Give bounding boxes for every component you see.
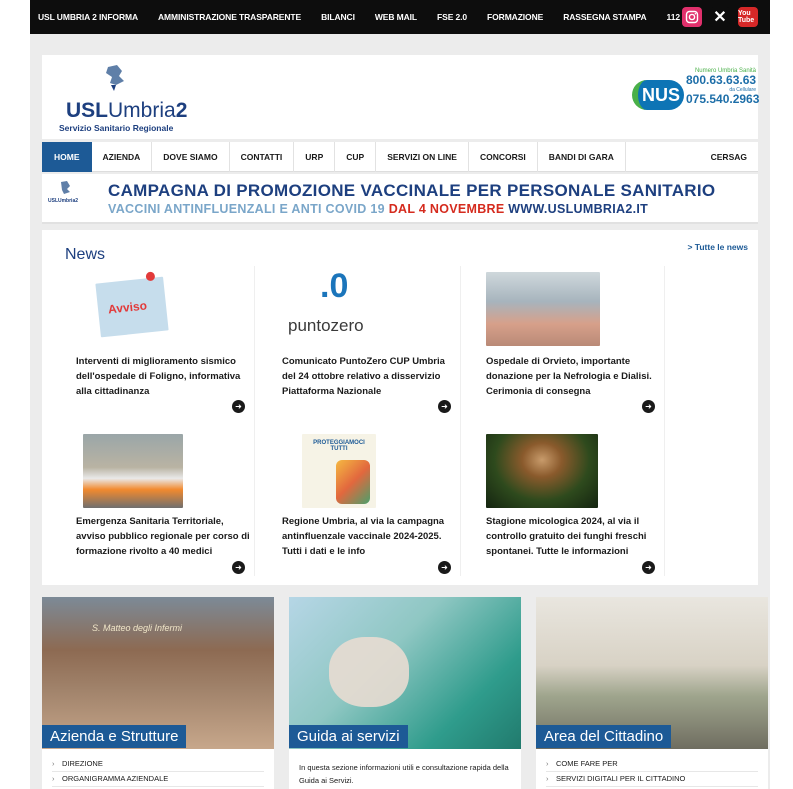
news-text[interactable]: Comunicato PuntoZero CUP Umbria del 24 o… bbox=[282, 354, 460, 399]
news-thumb-ambulance bbox=[83, 434, 183, 508]
news-thumb-puntozero: .0 puntozero bbox=[286, 267, 386, 342]
top-bar: USL UMBRIA 2 INFORMA AMMINISTRAZIONE TRA… bbox=[30, 0, 770, 34]
site-header: USLUmbria2 Servizio Sanitario Regionale … bbox=[42, 55, 759, 139]
arrow-right-icon[interactable]: ➜ bbox=[438, 400, 451, 413]
main-nav: HOME AZIENDA DOVE SIAMO CONTATTI URP CUP… bbox=[42, 141, 758, 172]
topbar-link-112[interactable]: 112 bbox=[667, 12, 681, 22]
news-thumb-vaccine-poster: PROTEGGIAMOCI TUTTI bbox=[302, 434, 376, 508]
tile-caption[interactable]: Azienda e Strutture bbox=[42, 725, 187, 748]
topbar-link-rassegna[interactable]: RASSEGNA STAMPA bbox=[563, 12, 646, 22]
poster-art bbox=[336, 460, 370, 504]
pin-icon bbox=[145, 271, 156, 282]
tile-link-list: DIREZIONE ORGANIGRAMMA AZIENDALE bbox=[52, 757, 264, 787]
news-section: News > Tutte le news Avviso Interventi d… bbox=[42, 230, 758, 585]
news-thumb-avviso: Avviso bbox=[95, 271, 169, 338]
nus-phone-1[interactable]: 800.63.63.63 bbox=[686, 74, 756, 87]
banner-headline: CAMPAGNA DI PROMOZIONE VACCINALE PER PER… bbox=[108, 181, 716, 200]
topbar-link-webmail[interactable]: WEB MAIL bbox=[375, 12, 417, 22]
news-thumb-dialysis bbox=[486, 272, 600, 346]
tile-caption[interactable]: Area del Cittadino bbox=[536, 725, 672, 748]
puntozero-mark: .0 bbox=[320, 267, 349, 305]
brand-thin: Umbria bbox=[108, 99, 176, 122]
x-icon[interactable]: ✕ bbox=[710, 7, 730, 27]
arrow-right-icon[interactable]: ➜ bbox=[642, 400, 655, 413]
nus-phone-2[interactable]: 075.540.2963 bbox=[686, 93, 759, 106]
tile-link[interactable]: SERVIZI DIGITALI PER IL CITTADINO bbox=[546, 772, 758, 787]
tile-link[interactable]: COME FARE PER bbox=[546, 757, 758, 772]
topbar-link-trasparente[interactable]: AMMINISTRAZIONE TRASPARENTE bbox=[158, 12, 301, 22]
nav-concorsi[interactable]: CONCORSI bbox=[469, 141, 538, 172]
news-text[interactable]: Emergenza Sanitaria Territoriale, avviso… bbox=[76, 514, 254, 559]
brand-logo[interactable]: USLUmbria2 bbox=[66, 99, 187, 123]
nav-azienda[interactable]: AZIENDA bbox=[92, 141, 153, 172]
news-text[interactable]: Stagione micologica 2024, al via il cont… bbox=[486, 514, 664, 559]
nav-cup[interactable]: CUP bbox=[335, 141, 377, 172]
tile-azienda[interactable]: S. Matteo degli Infermi Azienda e Strutt… bbox=[42, 597, 274, 789]
news-text[interactable]: Regione Umbria, al via la campagna antin… bbox=[282, 514, 460, 559]
tile-cittadino[interactable]: Area del Cittadino COME FARE PER SERVIZI… bbox=[536, 597, 768, 789]
banner-mini-logo: USLUmbria2 bbox=[48, 198, 79, 204]
page: USL UMBRIA 2 INFORMA AMMINISTRAZIONE TRA… bbox=[30, 0, 770, 789]
tile-guida[interactable]: Guida ai servizi In questa sezione infor… bbox=[289, 597, 521, 789]
topbar-link-informa[interactable]: USL UMBRIA 2 INFORMA bbox=[38, 12, 138, 22]
vaccine-campaign-banner[interactable]: USLUmbria2 CAMPAGNA DI PROMOZIONE VACCIN… bbox=[42, 174, 758, 224]
instagram-icon[interactable] bbox=[682, 7, 702, 27]
news-text[interactable]: Ospedale di Orvieto, importante donazion… bbox=[486, 354, 664, 399]
brand-number: 2 bbox=[175, 99, 188, 122]
puntozero-logo: puntozero bbox=[288, 316, 364, 335]
youtube-icon[interactable]: You Tube bbox=[738, 7, 758, 27]
baby-shape bbox=[329, 637, 409, 707]
banner-logo-icon bbox=[61, 181, 70, 194]
nav-home[interactable]: HOME bbox=[42, 141, 92, 172]
poster-label: PROTEGGIAMOCI TUTTI bbox=[313, 440, 365, 452]
brand-bold: USL bbox=[66, 99, 108, 122]
topbar-link-fse[interactable]: FSE 2.0 bbox=[437, 12, 467, 22]
umbria-region-icon[interactable] bbox=[100, 63, 130, 93]
banner-subline-a: VACCINI ANTINFLUENZALI E ANTI COVID 19 bbox=[108, 202, 385, 216]
arrow-right-icon[interactable]: ➜ bbox=[232, 400, 245, 413]
nav-dove-siamo[interactable]: DOVE SIAMO bbox=[152, 141, 230, 172]
tile-link-list: COME FARE PER SERVIZI DIGITALI PER IL CI… bbox=[546, 757, 758, 787]
tile-link[interactable]: DIREZIONE bbox=[52, 757, 264, 772]
topbar-link-bilanci[interactable]: BILANCI bbox=[321, 12, 355, 22]
all-news-link[interactable]: > Tutte le news bbox=[687, 242, 748, 252]
building-sign: S. Matteo degli Infermi bbox=[92, 623, 183, 633]
news-title: News bbox=[65, 246, 106, 263]
arrow-right-icon[interactable]: ➜ bbox=[438, 561, 451, 574]
nav-contatti[interactable]: CONTATTI bbox=[230, 141, 295, 172]
nav-urp[interactable]: URP bbox=[294, 141, 336, 172]
arrow-right-icon[interactable]: ➜ bbox=[642, 561, 655, 574]
nav-cersag[interactable]: CERSAG bbox=[700, 142, 758, 172]
news-thumb-mushroom bbox=[486, 434, 598, 508]
thumb-label: Avviso bbox=[107, 298, 148, 317]
topbar-link-formazione[interactable]: FORMAZIONE bbox=[487, 12, 543, 22]
banner-subline-url: WWW.USLUMBRIA2.IT bbox=[508, 202, 649, 216]
nav-servizi-online[interactable]: SERVIZI ON LINE bbox=[376, 141, 469, 172]
divider bbox=[254, 266, 255, 576]
tile-link[interactable]: ORGANIGRAMMA AZIENDALE bbox=[52, 772, 264, 787]
divider bbox=[664, 266, 665, 576]
tile-description: In questa sezione informazioni utili e c… bbox=[299, 763, 509, 785]
news-text[interactable]: Interventi di miglioramento sismico dell… bbox=[76, 354, 254, 399]
nus-logo[interactable]: NUS bbox=[632, 80, 684, 110]
nus-contacts: Numero Umbria Sanità 800.63.63.63 da Cel… bbox=[686, 68, 759, 106]
divider bbox=[460, 266, 461, 576]
nav-bandi-gara[interactable]: BANDI DI GARA bbox=[538, 141, 626, 172]
banner-subline: VACCINI ANTINFLUENZALI E ANTI COVID 19 D… bbox=[108, 202, 648, 216]
brand-subtitle: Servizio Sanitario Regionale bbox=[59, 123, 174, 133]
banner-subline-date: DAL 4 NOVEMBRE bbox=[388, 202, 505, 216]
arrow-right-icon[interactable]: ➜ bbox=[232, 561, 245, 574]
tile-caption[interactable]: Guida ai servizi bbox=[289, 725, 408, 748]
social-links: ✕ You Tube bbox=[682, 7, 758, 27]
